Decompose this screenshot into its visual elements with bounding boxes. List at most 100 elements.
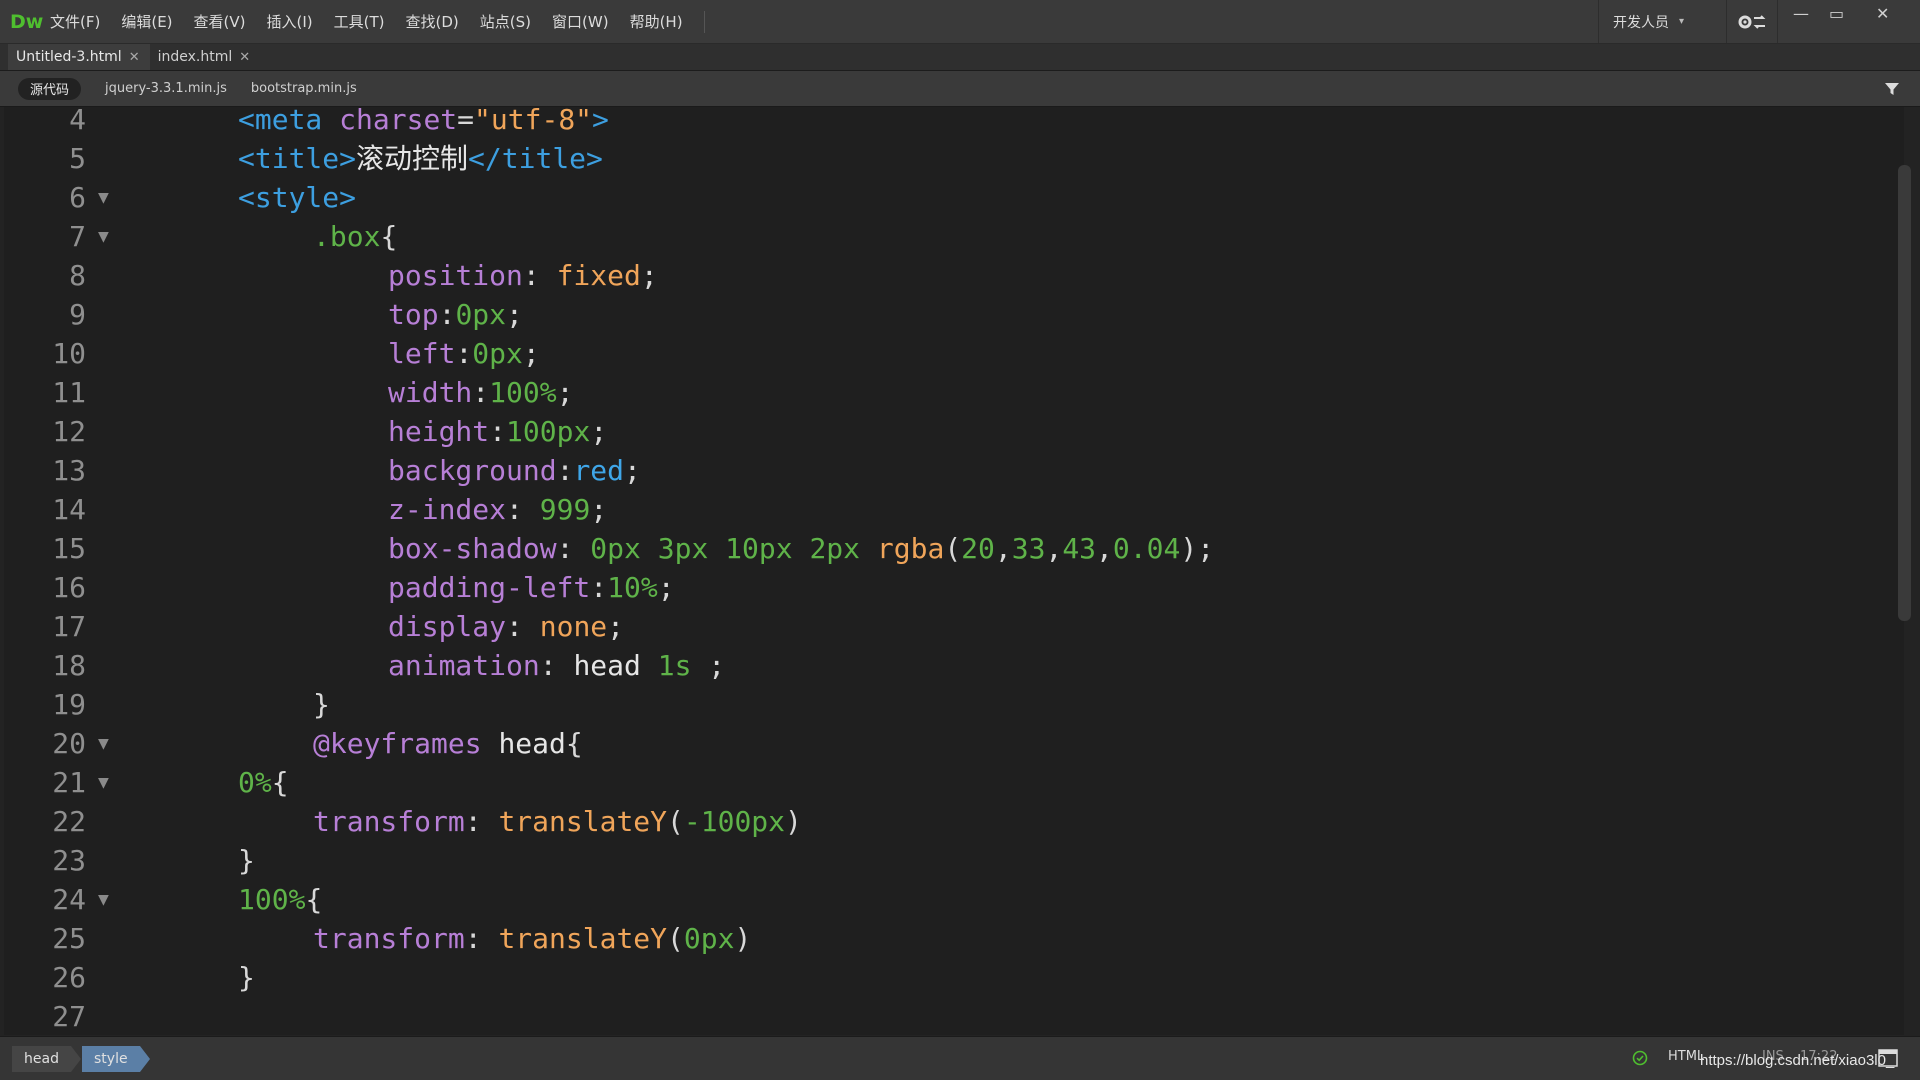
fold-toggle-icon[interactable]: ▼ bbox=[98, 217, 109, 256]
code-line[interactable]: 5 <title>滚动控制</title> bbox=[4, 139, 1884, 178]
menu-help[interactable]: 帮助(H) bbox=[630, 11, 683, 32]
code-line[interactable]: 19} bbox=[4, 685, 1884, 724]
fold-toggle-icon[interactable]: ▼ bbox=[98, 763, 109, 802]
fold-toggle-icon[interactable]: ▼ bbox=[98, 724, 109, 763]
tab-label: index.html bbox=[157, 49, 233, 65]
code-line[interactable]: 17 display: none; bbox=[4, 607, 1884, 646]
code-editor[interactable]: 4 <meta charset="utf-8"> 5 <title>滚动控制</tit… bbox=[4, 107, 1904, 1035]
fold-toggle-icon[interactable]: ▼ bbox=[98, 880, 109, 919]
vertical-scrollbar[interactable] bbox=[1898, 165, 1911, 621]
code-text: animation: head 1s ; bbox=[388, 646, 725, 685]
sync-settings-button[interactable] bbox=[1726, 0, 1778, 43]
code-token: } bbox=[238, 844, 255, 877]
menu-tools[interactable]: 工具(T) bbox=[334, 11, 385, 32]
code-line[interactable]: 8 position: fixed; bbox=[4, 256, 1884, 295]
code-line[interactable]: 7 ▼ .box{ bbox=[4, 217, 1884, 256]
line-number: 10 bbox=[52, 337, 86, 370]
code-line[interactable]: 27 bbox=[4, 997, 1884, 1035]
code-line[interactable]: 26} bbox=[4, 958, 1884, 997]
code-token: height bbox=[388, 415, 490, 448]
filter-icon[interactable] bbox=[1884, 81, 1900, 97]
code-token: "utf-8" bbox=[474, 107, 593, 136]
code-line[interactable]: 12 height:100px; bbox=[4, 412, 1884, 451]
code-token: fixed bbox=[556, 259, 641, 292]
code-token: box-shadow bbox=[388, 532, 557, 565]
code-token: @keyframes bbox=[313, 727, 499, 760]
breadcrumb-style[interactable]: style bbox=[82, 1046, 150, 1072]
menu-edit[interactable]: 编辑(E) bbox=[121, 11, 172, 32]
code-token: : bbox=[438, 298, 456, 331]
close-icon[interactable]: ✕ bbox=[129, 50, 140, 65]
code-token: ; bbox=[607, 610, 625, 643]
code-token: 10% bbox=[607, 571, 658, 604]
code-text: } bbox=[313, 685, 330, 724]
related-file-jquery[interactable]: jquery-3.3.1.min.js bbox=[105, 81, 227, 96]
code-line[interactable]: 6 ▼ <style> bbox=[4, 178, 1884, 217]
line-number: 4 bbox=[69, 107, 86, 136]
document-type[interactable]: HTML bbox=[1668, 1049, 1704, 1064]
workspace-switcher[interactable]: 开发人员 ▾ bbox=[1598, 0, 1684, 43]
menu-file[interactable]: 文件(F) bbox=[50, 11, 100, 32]
close-button[interactable]: ✕ bbox=[1876, 4, 1889, 23]
code-token: -100px bbox=[683, 805, 786, 838]
line-number: 26 bbox=[52, 961, 86, 994]
line-number: 13 bbox=[52, 454, 86, 487]
code-token: : bbox=[556, 454, 574, 487]
code-token: ; bbox=[506, 298, 523, 331]
code-token: <title> bbox=[238, 142, 357, 175]
code-text: z-index: 999; bbox=[388, 490, 607, 529]
code-line[interactable]: 20 ▼ @keyframes head{ bbox=[4, 724, 1884, 763]
code-text: background:red; bbox=[388, 451, 641, 490]
watermark-text: https://blog.csdn.net/xiao3l0_ bbox=[1700, 1052, 1895, 1069]
code-token: 999 bbox=[539, 493, 591, 526]
code-token: </title> bbox=[468, 142, 603, 175]
code-line[interactable]: 10 left:0px; bbox=[4, 334, 1884, 373]
related-files-bar: 源代码 jquery-3.3.1.min.js bootstrap.min.js bbox=[0, 71, 1920, 107]
preview-window-icon[interactable] bbox=[1878, 1049, 1898, 1067]
code-token: ; bbox=[657, 571, 675, 604]
menu-site[interactable]: 站点(S) bbox=[480, 11, 531, 32]
code-line[interactable]: 4 <meta charset="utf-8"> bbox=[4, 107, 1884, 139]
minimize-button[interactable]: — bbox=[1793, 4, 1809, 23]
menu-find[interactable]: 查找(D) bbox=[406, 11, 459, 32]
code-line[interactable]: 22 transform: translateY(-100px) bbox=[4, 802, 1884, 841]
code-token: rgba bbox=[876, 532, 945, 565]
line-number: 21 bbox=[52, 766, 86, 799]
line-number: 16 bbox=[52, 571, 86, 604]
code-token: translateY bbox=[498, 922, 668, 955]
fold-toggle-icon[interactable]: ▼ bbox=[98, 178, 109, 217]
code-line[interactable]: 14 z-index: 999; bbox=[4, 490, 1884, 529]
code-line[interactable]: 13 background:red; bbox=[4, 451, 1884, 490]
code-line[interactable]: 11 width:100%; bbox=[4, 373, 1884, 412]
code-line[interactable]: 16 padding-left:10%; bbox=[4, 568, 1884, 607]
code-line[interactable]: 18 animation: head 1s ; bbox=[4, 646, 1884, 685]
menu-divider bbox=[703, 10, 705, 33]
code-line[interactable]: 9 top:0px; bbox=[4, 295, 1884, 334]
code-line[interactable]: 15 box-shadow: 0px 3px 10px 2px rgba(20,3… bbox=[4, 529, 1884, 568]
menu-insert[interactable]: 插入(I) bbox=[267, 11, 313, 32]
code-line[interactable]: 23} bbox=[4, 841, 1884, 880]
related-file-bootstrap[interactable]: bootstrap.min.js bbox=[251, 81, 357, 96]
close-icon[interactable]: ✕ bbox=[239, 50, 250, 65]
code-token: ) bbox=[734, 922, 752, 955]
tab-index[interactable]: index.html ✕ bbox=[150, 44, 261, 70]
maximize-button[interactable]: ▭ bbox=[1829, 4, 1844, 23]
code-token: 0px bbox=[455, 298, 507, 331]
code-text: <style> bbox=[238, 178, 356, 217]
code-token: } bbox=[238, 961, 255, 994]
source-code-button[interactable]: 源代码 bbox=[18, 77, 82, 100]
menu-view[interactable]: 查看(V) bbox=[194, 11, 246, 32]
code-token: 100% bbox=[489, 376, 557, 409]
code-token: ( bbox=[667, 805, 684, 838]
code-token: 0px bbox=[472, 337, 523, 370]
tab-untitled-3[interactable]: Untitled-3.html ✕ bbox=[8, 44, 150, 70]
code-token: : bbox=[472, 376, 490, 409]
code-token: : bbox=[590, 571, 608, 604]
code-token: : bbox=[489, 415, 507, 448]
code-line[interactable]: 21 ▼ 0%{ bbox=[4, 763, 1884, 802]
code-line[interactable]: 24 ▼ 100%{ bbox=[4, 880, 1884, 919]
code-line[interactable]: 25 transform: translateY(0px) bbox=[4, 919, 1884, 958]
breadcrumb-head[interactable]: head bbox=[12, 1046, 81, 1072]
code-token: > bbox=[592, 107, 609, 136]
menu-window[interactable]: 窗口(W) bbox=[552, 11, 609, 32]
